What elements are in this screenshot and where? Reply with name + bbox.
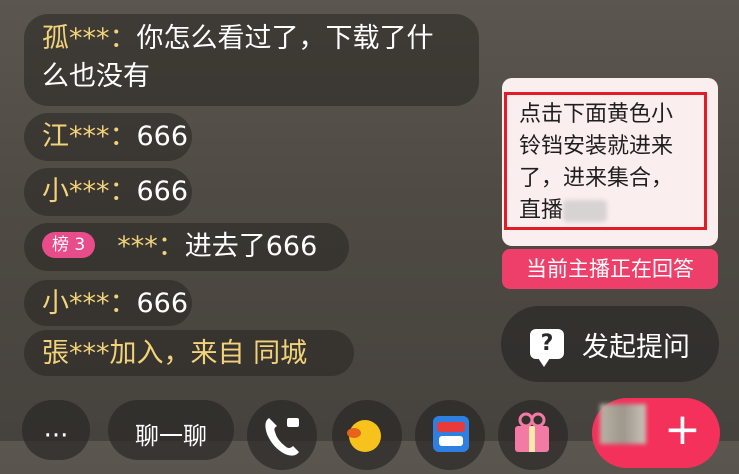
- more-button[interactable]: ···: [22, 400, 90, 460]
- ask-question-button[interactable]: ? 发起提问: [501, 306, 719, 382]
- gift-item-national-day[interactable]: [415, 400, 485, 470]
- question-bubble-icon: ?: [530, 329, 564, 367]
- chat-message-3: 小***：666: [24, 168, 192, 216]
- blurred-avatar: [600, 404, 646, 444]
- plus-icon: +: [664, 404, 701, 455]
- rank-badge: 榜 3: [42, 231, 96, 258]
- chat-text: 666: [136, 121, 189, 152]
- chat-message-2: 江***：666: [24, 113, 192, 161]
- join-location: 同城: [244, 338, 308, 369]
- chat-message-1: 孤***：你怎么看过了，下载了什 么也没有: [24, 14, 479, 106]
- chat-username: 孤***：: [42, 23, 137, 54]
- ask-question-label: 发起提问: [582, 331, 690, 363]
- answering-status-badge: 当前主播正在回答: [502, 249, 718, 289]
- chat-text: 你怎么看过了，下载了什: [136, 23, 434, 54]
- call-button[interactable]: [247, 400, 317, 470]
- chat-text: 进去了666: [184, 231, 318, 262]
- gift-button[interactable]: [498, 400, 568, 470]
- chat-message-4: 榜 3 ***：进去了666: [24, 223, 349, 271]
- blurred-region: [563, 200, 608, 222]
- highlighted-question: 点击下面黄色小铃铛安装就进来了，进来集合，直播: [504, 92, 707, 230]
- chat-username: ***：: [117, 231, 185, 262]
- chat-username: 江***：: [42, 121, 137, 152]
- duck-icon: [347, 420, 381, 452]
- gift-box-icon: [515, 412, 549, 452]
- chat-username: 小***：: [42, 176, 137, 207]
- join-text: 張***加入，来自: [42, 338, 245, 369]
- chat-text: 666: [136, 176, 189, 207]
- chat-text: 666: [136, 288, 189, 319]
- chat-text-continued: 么也没有: [42, 61, 150, 92]
- gift-item-duck[interactable]: [332, 400, 402, 470]
- chat-message-5: 小***：666: [24, 280, 192, 326]
- join-notice: 張***加入，来自 同城: [24, 330, 354, 376]
- national-day-gift-icon: [433, 416, 469, 452]
- chat-input-button[interactable]: 聊一聊: [108, 400, 234, 460]
- chat-username: 小***：: [42, 288, 137, 319]
- phone-icon: [265, 418, 299, 456]
